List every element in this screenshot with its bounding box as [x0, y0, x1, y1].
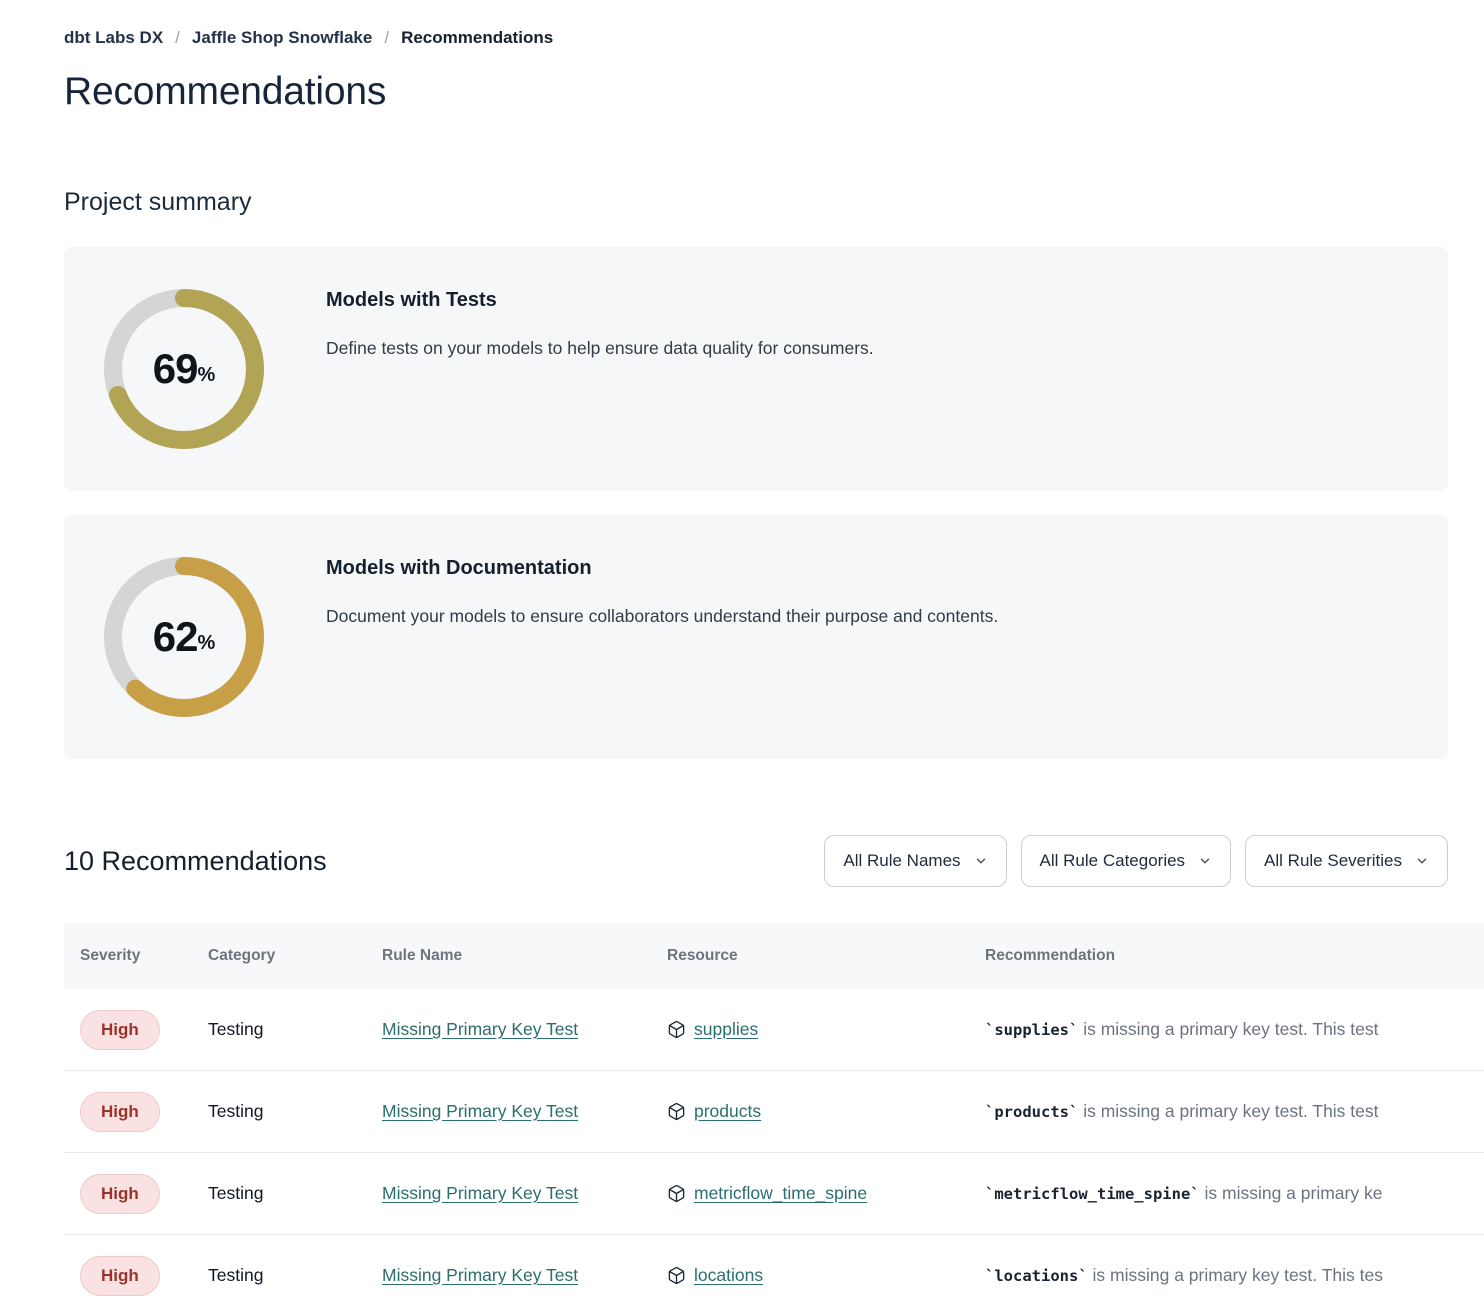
column-header-category: Category	[192, 947, 366, 965]
recommendation-cell: `metricflow_time_spine` is missing a pri…	[969, 1183, 1484, 1204]
rec-code: `products`	[985, 1103, 1078, 1121]
tests-donut-chart: 69%	[104, 289, 264, 449]
column-header-recommendation: Recommendation	[969, 947, 1484, 965]
card-title: Models with Documentation	[326, 557, 998, 580]
model-cube-icon	[667, 1102, 686, 1121]
rule-name-link[interactable]: Missing Primary Key Test	[382, 1265, 578, 1285]
rec-code: `metricflow_time_spine`	[985, 1185, 1200, 1203]
severity-badge: High	[80, 1174, 160, 1214]
filter-label: All Rule Categories	[1040, 851, 1186, 871]
category-cell: Testing	[192, 1019, 366, 1040]
table-row: High Testing Missing Primary Key Test lo…	[64, 1235, 1484, 1316]
resource-link[interactable]: products	[694, 1101, 761, 1122]
resource-link[interactable]: metricflow_time_spine	[694, 1183, 867, 1204]
recommendations-table: Severity Category Rule Name Resource Rec…	[64, 923, 1484, 1316]
model-cube-icon	[667, 1184, 686, 1203]
filter-rule-names-dropdown[interactable]: All Rule Names	[824, 835, 1006, 887]
donut-center-label: 62%	[104, 557, 264, 717]
rec-text: is missing a primary key test. This tes	[1088, 1265, 1383, 1285]
table-header-row: Severity Category Rule Name Resource Rec…	[64, 923, 1484, 989]
project-summary-heading: Project summary	[64, 188, 1484, 217]
card-text-block: Models with Documentation Document your …	[326, 515, 998, 759]
severity-badge: High	[80, 1010, 160, 1050]
breadcrumb: dbt Labs DX / Jaffle Shop Snowflake / Re…	[64, 28, 1484, 48]
rec-text: is missing a primary key test. This test	[1078, 1019, 1378, 1039]
card-description: Document your models to ensure collabora…	[326, 606, 998, 627]
rule-name-link[interactable]: Missing Primary Key Test	[382, 1019, 578, 1039]
breadcrumb-separator: /	[175, 28, 180, 48]
donut-percent-value: 62	[153, 613, 198, 661]
donut-percent-value: 69	[153, 345, 198, 393]
rule-name-link[interactable]: Missing Primary Key Test	[382, 1183, 578, 1203]
category-cell: Testing	[192, 1265, 366, 1286]
recommendation-cell: `supplies` is missing a primary key test…	[969, 1019, 1484, 1040]
rec-text: is missing a primary key test. This test	[1078, 1101, 1378, 1121]
card-description: Define tests on your models to help ensu…	[326, 338, 874, 359]
filter-label: All Rule Severities	[1264, 851, 1402, 871]
card-title: Models with Tests	[326, 289, 874, 312]
severity-badge: High	[80, 1092, 160, 1132]
rec-code: `locations`	[985, 1267, 1088, 1285]
resource-link[interactable]: supplies	[694, 1019, 758, 1040]
chevron-down-icon	[1198, 854, 1212, 868]
breadcrumb-separator: /	[384, 28, 389, 48]
card-text-block: Models with Tests Define tests on your m…	[326, 247, 874, 491]
breadcrumb-item-current: Recommendations	[401, 28, 553, 48]
recommendation-cell: `locations` is missing a primary key tes…	[969, 1265, 1484, 1286]
table-row: High Testing Missing Primary Key Test pr…	[64, 1071, 1484, 1153]
breadcrumb-item-project[interactable]: Jaffle Shop Snowflake	[192, 28, 372, 48]
donut-percent-unit: %	[197, 364, 215, 387]
table-row: High Testing Missing Primary Key Test me…	[64, 1153, 1484, 1235]
filter-label: All Rule Names	[843, 851, 960, 871]
summary-card-models-with-documentation: 62% Models with Documentation Document y…	[64, 515, 1448, 759]
chevron-down-icon	[1415, 854, 1429, 868]
donut-percent-unit: %	[197, 632, 215, 655]
column-header-rule-name: Rule Name	[366, 947, 651, 965]
rec-code: `supplies`	[985, 1021, 1078, 1039]
recommendations-count-heading: 10 Recommendations	[64, 846, 327, 877]
summary-card-models-with-tests: 69% Models with Tests Define tests on yo…	[64, 247, 1448, 491]
documentation-donut-chart: 62%	[104, 557, 264, 717]
rec-text: is missing a primary ke	[1200, 1183, 1383, 1203]
category-cell: Testing	[192, 1183, 366, 1204]
resource-link[interactable]: locations	[694, 1265, 763, 1286]
severity-badge: High	[80, 1256, 160, 1296]
chevron-down-icon	[974, 854, 988, 868]
column-header-severity: Severity	[64, 947, 192, 965]
model-cube-icon	[667, 1020, 686, 1039]
filters: All Rule Names All Rule Categories All R…	[824, 835, 1448, 887]
column-header-resource: Resource	[651, 947, 969, 965]
donut-center-label: 69%	[104, 289, 264, 449]
table-row: High Testing Missing Primary Key Test su…	[64, 989, 1484, 1071]
breadcrumb-item-account[interactable]: dbt Labs DX	[64, 28, 163, 48]
recommendation-cell: `products` is missing a primary key test…	[969, 1101, 1484, 1122]
filter-rule-severities-dropdown[interactable]: All Rule Severities	[1245, 835, 1448, 887]
category-cell: Testing	[192, 1101, 366, 1122]
filter-rule-categories-dropdown[interactable]: All Rule Categories	[1021, 835, 1232, 887]
rule-name-link[interactable]: Missing Primary Key Test	[382, 1101, 578, 1121]
model-cube-icon	[667, 1266, 686, 1285]
recommendations-header: 10 Recommendations All Rule Names All Ru…	[64, 835, 1484, 887]
page-title: Recommendations	[64, 70, 1484, 114]
page: dbt Labs DX / Jaffle Shop Snowflake / Re…	[0, 28, 1484, 1316]
table-body: High Testing Missing Primary Key Test su…	[64, 989, 1484, 1316]
